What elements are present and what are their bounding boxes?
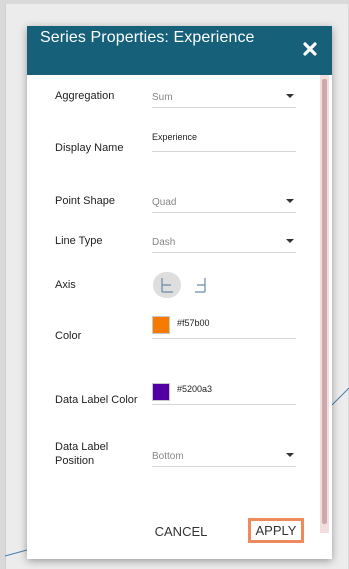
series-properties-dialog: Series Properties: Experience Aggregatio…	[27, 26, 332, 559]
data-label-position-label-line1: Data Label	[55, 441, 109, 453]
line-type-label: Line Type	[55, 235, 103, 247]
color-picker-field[interactable]: #f57b00	[152, 314, 296, 339]
color-swatch[interactable]	[152, 316, 170, 334]
display-name-value: Experience	[152, 132, 198, 142]
data-label-color-label: Data Label Color	[55, 394, 138, 406]
data-label-color-picker-field[interactable]: #5200a3	[152, 380, 296, 405]
data-label-position-select[interactable]: Bottom	[152, 445, 296, 467]
axis-label: Axis	[55, 279, 76, 291]
data-label-position-value: Bottom	[152, 451, 184, 462]
point-shape-value: Quad	[152, 197, 177, 208]
display-name-label: Display Name	[55, 142, 124, 154]
close-icon[interactable]	[302, 41, 318, 57]
chevron-down-icon	[286, 94, 294, 98]
line-type-select[interactable]: Dash	[152, 231, 296, 253]
axis-right-icon[interactable]	[192, 277, 208, 293]
dialog-header: Series Properties: Experience	[27, 26, 332, 75]
axis-left-icon	[161, 278, 173, 293]
cancel-button[interactable]: CANCEL	[149, 522, 213, 542]
scrollbar-thumb[interactable]	[322, 79, 327, 524]
axis-left-button[interactable]	[153, 272, 181, 298]
chevron-down-icon	[286, 199, 294, 203]
apply-button[interactable]: APPLY	[248, 518, 304, 543]
aggregation-select[interactable]: Sum	[152, 86, 296, 108]
color-label: Color	[55, 330, 82, 342]
data-label-color-swatch[interactable]	[152, 383, 170, 401]
chevron-down-icon	[286, 453, 294, 457]
data-label-color-hex-value: #5200a3	[177, 384, 213, 394]
point-shape-select[interactable]: Quad	[152, 191, 296, 213]
aggregation-label: Aggregation	[55, 90, 115, 102]
dialog-title: Series Properties: Experience	[40, 29, 255, 46]
point-shape-label: Point Shape	[55, 195, 115, 207]
display-name-input[interactable]: Experience	[152, 130, 296, 152]
color-hex-value: #f57b00	[177, 318, 210, 328]
line-type-value: Dash	[152, 237, 176, 248]
chevron-down-icon	[286, 239, 294, 243]
data-label-position-label-line2: Position	[55, 455, 95, 467]
aggregation-value: Sum	[152, 92, 173, 103]
